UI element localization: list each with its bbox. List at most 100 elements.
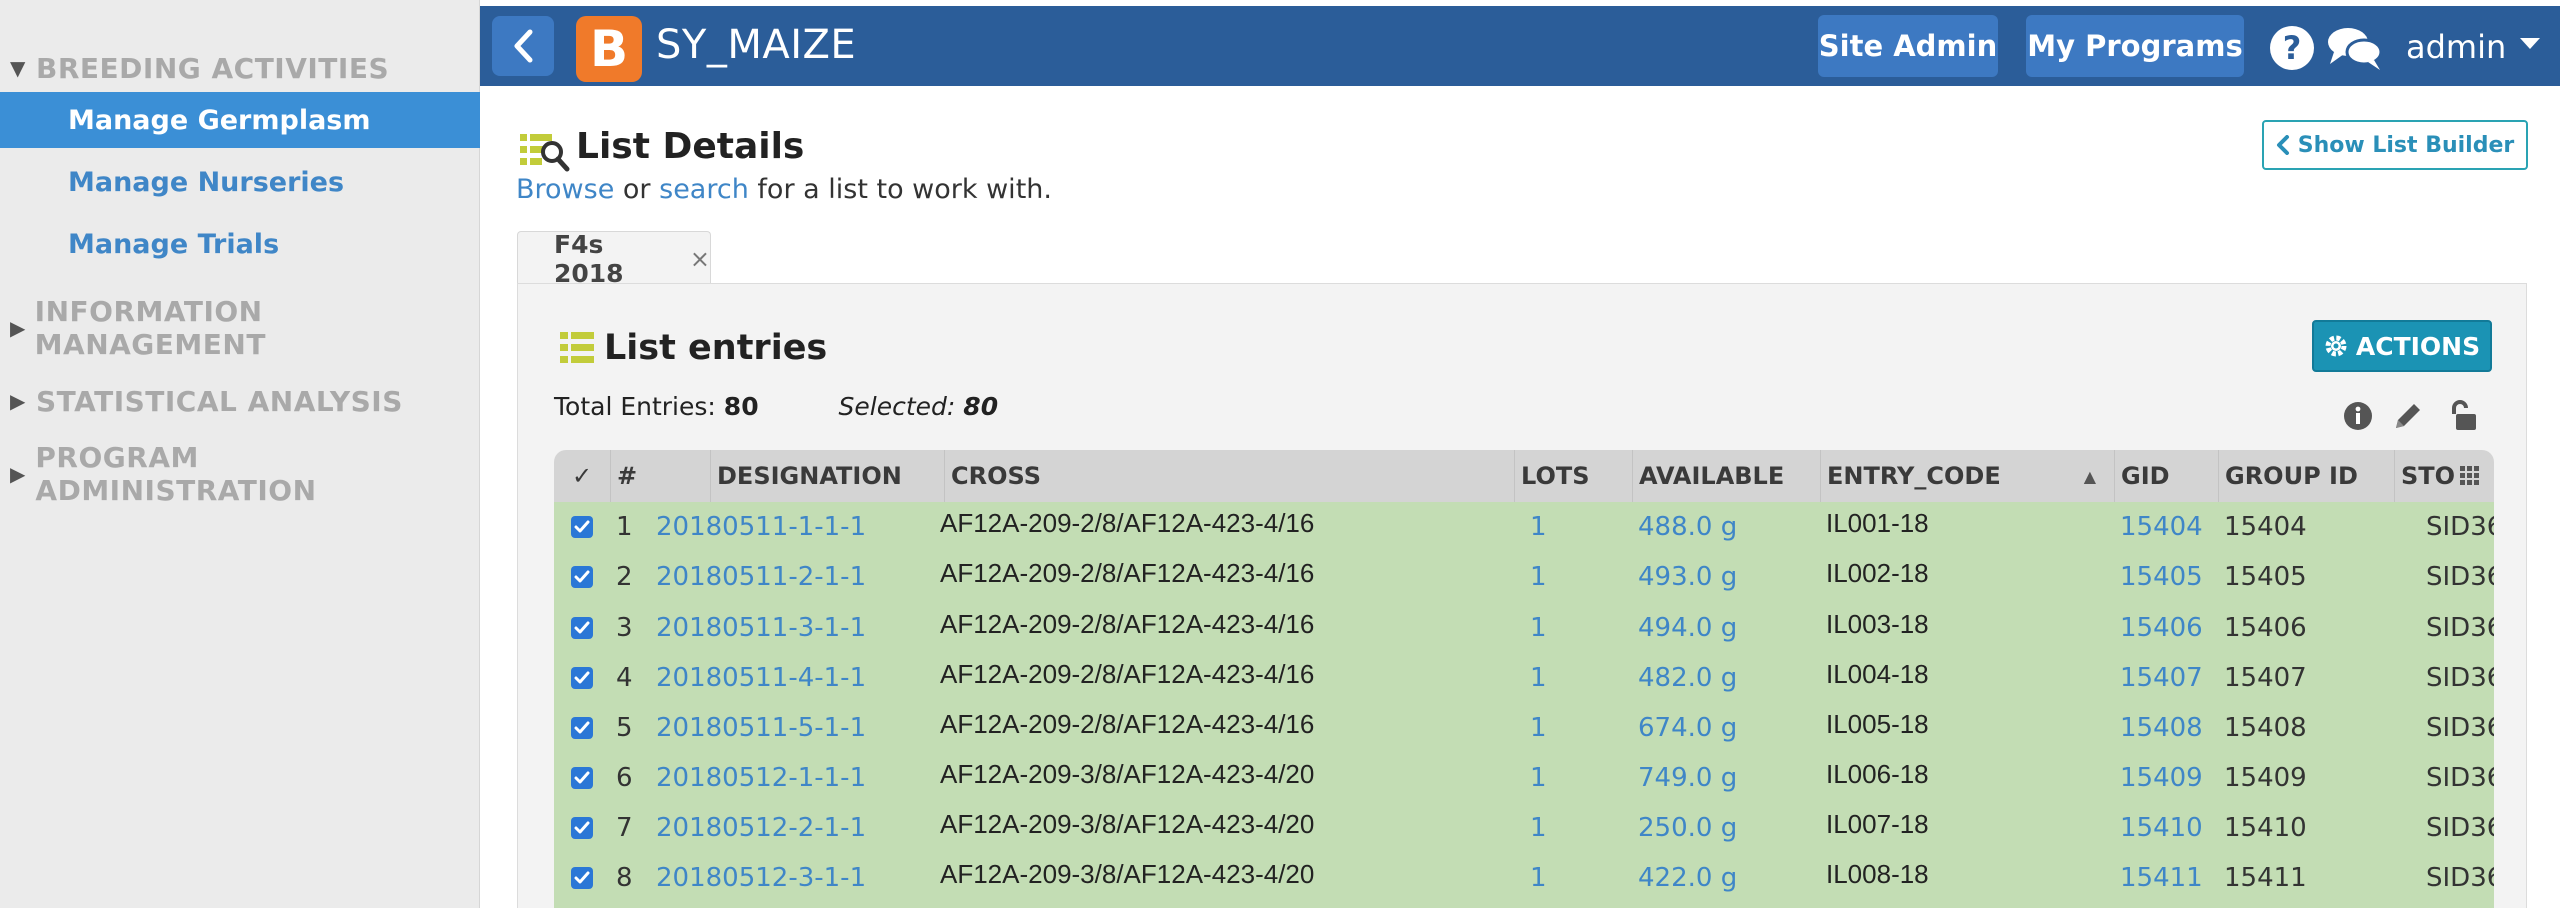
lots-link[interactable]: 1 <box>1524 552 1632 602</box>
column-header-select[interactable]: ✓ <box>554 450 610 502</box>
checkbox-checked-icon[interactable] <box>571 516 593 538</box>
lots-link[interactable]: 1 <box>1524 703 1632 753</box>
row-checkbox[interactable] <box>554 502 610 552</box>
available-link[interactable]: 422.0 g <box>1632 853 1820 903</box>
cell-entry-code: IL008-18 <box>1826 859 1929 889</box>
table-row[interactable]: 6 20180512-1-1-1 AF12A-209-3/8/AF12A-423-4… <box>554 753 2494 803</box>
row-checkbox[interactable] <box>554 853 610 903</box>
designation-link[interactable]: 20180511-3-1-1 <box>650 603 944 653</box>
tab-f4s-2018[interactable]: F4s 2018 × <box>517 229 711 288</box>
sidebar-section-label: BREEDING ACTIVITIES <box>36 51 390 85</box>
lots-link[interactable]: 1 <box>1524 603 1632 653</box>
checkbox-checked-icon[interactable] <box>571 817 593 839</box>
gid-link[interactable]: 15408 <box>2114 703 2218 753</box>
edit-pencil-icon[interactable] <box>2392 400 2426 432</box>
tab-label: F4s 2018 <box>554 229 624 288</box>
help-icon[interactable]: ? <box>2270 26 2314 70</box>
column-header-lots[interactable]: LOTS <box>1514 450 1632 502</box>
lots-link[interactable]: 1 <box>1524 653 1632 703</box>
gid-link[interactable]: 15405 <box>2114 552 2218 602</box>
column-header-stock[interactable]: STO <box>2394 450 2494 502</box>
checkbox-checked-icon[interactable] <box>571 617 593 639</box>
sidebar-section-breeding-activities[interactable]: ▼ BREEDING ACTIVITIES <box>0 48 480 88</box>
sidebar-section-information-management[interactable]: ▶ INFORMATION MANAGEMENT <box>0 295 480 361</box>
top-navbar: B SY_MAIZE Site Admin My Programs ? admi… <box>480 6 2560 86</box>
gid-link[interactable]: 15409 <box>2114 753 2218 803</box>
lots-link[interactable]: 1 <box>1524 803 1632 853</box>
designation-link[interactable]: 20180511-4-1-1 <box>650 653 944 703</box>
show-list-builder-button[interactable]: Show List Builder <box>2262 120 2528 170</box>
checkbox-checked-icon[interactable] <box>571 717 593 739</box>
list-search-icon <box>520 134 570 172</box>
available-link[interactable]: 488.0 g <box>1632 502 1820 552</box>
column-header-designation[interactable]: DESIGNATION <box>710 450 944 502</box>
table-row[interactable]: 8 20180512-3-1-1 AF12A-209-3/8/AF12A-423-4… <box>554 853 2494 903</box>
my-programs-button[interactable]: My Programs <box>2026 15 2244 77</box>
site-admin-button[interactable]: Site Admin <box>1818 15 1998 77</box>
designation-link[interactable]: 20180512-1-1-1 <box>650 753 944 803</box>
available-link[interactable]: 250.0 g <box>1632 803 1820 853</box>
user-menu[interactable]: admin <box>2406 28 2506 66</box>
designation-link[interactable]: 20180511-2-1-1 <box>650 552 944 602</box>
available-link[interactable]: 494.0 g <box>1632 603 1820 653</box>
available-link[interactable]: 674.0 g <box>1632 703 1820 753</box>
search-link[interactable]: search <box>659 174 749 205</box>
row-checkbox[interactable] <box>554 603 610 653</box>
column-header-cross[interactable]: CROSS <box>944 450 1514 502</box>
row-checkbox[interactable] <box>554 753 610 803</box>
gid-link[interactable]: 15406 <box>2114 603 2218 653</box>
designation-link[interactable]: 20180511-1-1-1 <box>650 502 944 552</box>
table-row[interactable]: 1 20180511-1-1-1 AF12A-209-2/8/AF12A-423-4… <box>554 502 2494 552</box>
column-header-number[interactable]: # <box>610 450 670 502</box>
sidebar-item-manage-trials[interactable]: Manage Trials <box>0 216 480 272</box>
column-header-available[interactable]: AVAILABLE <box>1632 450 1820 502</box>
row-checkbox[interactable] <box>554 703 610 753</box>
table-row[interactable]: 7 20180512-2-1-1 AF12A-209-3/8/AF12A-423-4… <box>554 803 2494 853</box>
checkbox-checked-icon[interactable] <box>571 767 593 789</box>
browse-link[interactable]: Browse <box>516 174 614 205</box>
close-icon[interactable]: × <box>690 245 710 273</box>
sidebar-section-statistical-analysis[interactable]: ▶ STATISTICAL ANALYSIS <box>0 381 480 421</box>
column-header-gid[interactable]: GID <box>2114 450 2218 502</box>
chat-bubbles-icon[interactable] <box>2326 24 2384 72</box>
caret-down-icon[interactable] <box>2520 38 2540 49</box>
lots-link[interactable]: 1 <box>1524 502 1632 552</box>
sidebar-item-manage-nurseries[interactable]: Manage Nurseries <box>0 154 480 210</box>
column-chooser-grid-icon[interactable] <box>2459 465 2481 487</box>
lots-link[interactable]: 1 <box>1524 753 1632 803</box>
column-header-group-id[interactable]: GROUP ID <box>2218 450 2394 502</box>
sidebar-item-manage-germplasm[interactable]: Manage Germplasm <box>0 92 480 148</box>
row-checkbox[interactable] <box>554 552 610 602</box>
available-link[interactable]: 493.0 g <box>1632 552 1820 602</box>
row-checkbox[interactable] <box>554 653 610 703</box>
checkbox-checked-icon[interactable] <box>571 667 593 689</box>
sort-ascending-icon[interactable]: ▲ <box>2084 467 2096 486</box>
table-row[interactable]: 5 20180511-5-1-1 AF12A-209-2/8/AF12A-423-4… <box>554 703 2494 753</box>
designation-link[interactable]: 20180512-3-1-1 <box>650 853 944 903</box>
gid-link[interactable]: 15410 <box>2114 803 2218 853</box>
actions-button[interactable]: ACTIONS <box>2312 320 2492 372</box>
sidebar-item-label: Manage Trials <box>68 228 280 260</box>
unlock-icon[interactable] <box>2444 400 2478 432</box>
breeding-logo-icon[interactable]: B <box>576 16 642 82</box>
table-row[interactable]: 2 20180511-2-1-1 AF12A-209-2/8/AF12A-423-4… <box>554 552 2494 602</box>
column-header-entry-code[interactable]: ENTRY_CODE ▲ <box>1820 450 2114 502</box>
available-link[interactable]: 482.0 g <box>1632 653 1820 703</box>
row-checkbox[interactable] <box>554 803 610 853</box>
table-row[interactable]: 4 20180511-4-1-1 AF12A-209-2/8/AF12A-423-4… <box>554 653 2494 703</box>
checkbox-checked-icon[interactable] <box>571 867 593 889</box>
gid-link[interactable]: 15404 <box>2114 502 2218 552</box>
gid-link[interactable]: 15411 <box>2114 853 2218 903</box>
designation-link[interactable]: 20180511-5-1-1 <box>650 703 944 753</box>
back-button[interactable] <box>492 16 554 76</box>
selected-value: 80 <box>963 392 999 421</box>
sidebar-section-program-administration[interactable]: ▶ PROGRAM ADMINISTRATION <box>0 441 480 507</box>
lots-link[interactable]: 1 <box>1524 853 1632 903</box>
designation-link[interactable]: 20180512-2-1-1 <box>650 803 944 853</box>
cell-sto: SID36-7 <box>2426 813 2494 843</box>
info-icon[interactable] <box>2342 400 2374 432</box>
gid-link[interactable]: 15407 <box>2114 653 2218 703</box>
checkbox-checked-icon[interactable] <box>571 566 593 588</box>
available-link[interactable]: 749.0 g <box>1632 753 1820 803</box>
table-row[interactable]: 3 20180511-3-1-1 AF12A-209-2/8/AF12A-423-4… <box>554 603 2494 653</box>
